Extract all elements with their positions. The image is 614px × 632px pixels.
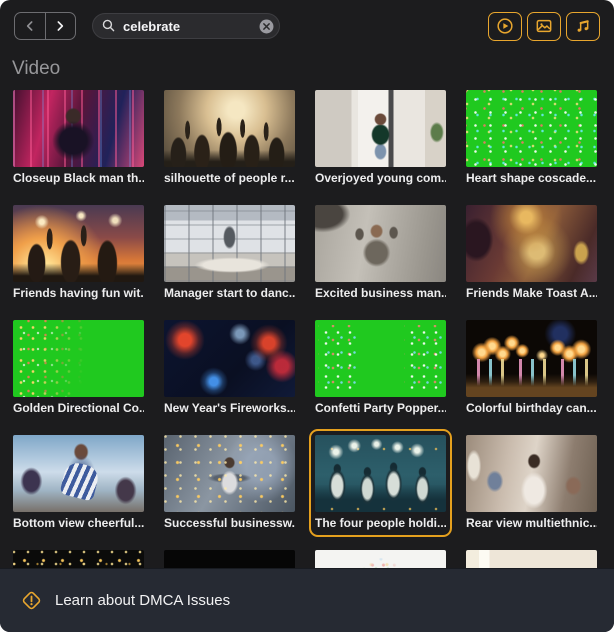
video-thumbnail <box>466 205 597 282</box>
video-caption: Confetti Party Popper... <box>315 401 446 415</box>
play-circle-icon <box>497 18 513 34</box>
video-thumbnail <box>466 90 597 167</box>
video-caption: The four people holdi... <box>315 516 446 530</box>
media-type-buttons <box>488 11 600 41</box>
video-thumbnail <box>315 320 446 397</box>
music-notes-icon <box>577 20 589 32</box>
chevron-right-icon <box>57 21 64 31</box>
video-caption: Successful businessw... <box>164 516 295 530</box>
video-thumbnail <box>164 435 295 512</box>
video-caption: Rear view multiethnic... <box>466 516 597 530</box>
video-item[interactable]: Friends having fun wit... <box>13 205 144 301</box>
video-item[interactable]: 2020 <box>164 550 295 568</box>
section-title: Video <box>12 58 61 79</box>
results-area: Closeup Black man th... silhouette of pe… <box>0 90 614 568</box>
video-item[interactable]: Successful businessw... <box>164 435 295 531</box>
video-item[interactable]: Rear view multiethnic... <box>466 435 597 531</box>
video-item[interactable]: Overjoyed young com... <box>315 90 446 186</box>
search-field <box>92 13 280 39</box>
video-thumbnail <box>315 90 446 167</box>
video-thumbnail <box>13 550 144 568</box>
video-thumbnail <box>466 320 597 397</box>
chevron-left-icon <box>26 21 33 31</box>
video-caption: Bottom view cheerful... <box>13 516 144 530</box>
image-icon <box>536 19 552 33</box>
video-item[interactable]: Colorful birthday can... <box>466 320 597 416</box>
video-thumbnail <box>315 435 446 512</box>
video-item[interactable]: Manager start to danc... <box>164 205 295 301</box>
music-tab-button[interactable] <box>566 11 600 41</box>
magnifier-icon <box>102 19 115 32</box>
video-item[interactable]: New Year's Fireworks... <box>164 320 295 416</box>
video-caption: Colorful birthday can... <box>466 401 597 415</box>
video-item[interactable] <box>13 550 144 568</box>
video-item[interactable] <box>466 550 597 568</box>
video-thumbnail <box>13 435 144 512</box>
videos-tab-button[interactable] <box>488 11 522 41</box>
clear-circle-icon <box>259 19 274 33</box>
video-item[interactable]: Closeup Black man th... <box>13 90 144 186</box>
video-caption: New Year's Fireworks... <box>164 401 295 415</box>
video-thumbnail <box>466 435 597 512</box>
video-thumbnail <box>466 550 597 568</box>
video-item[interactable]: Excited business man... <box>315 205 446 301</box>
dmca-footer-link[interactable]: Learn about DMCA Issues <box>0 568 614 632</box>
video-item[interactable]: Golden Directional Co... <box>13 320 144 416</box>
clear-search-button[interactable] <box>258 18 275 35</box>
video-thumbnail <box>315 205 446 282</box>
video-thumbnail: 2020 <box>164 550 295 568</box>
search-input[interactable] <box>92 13 280 39</box>
video-item[interactable] <box>315 550 446 568</box>
video-thumbnail <box>164 320 295 397</box>
video-grid: Closeup Black man th... silhouette of pe… <box>0 90 614 568</box>
video-item[interactable]: silhouette of people r... <box>164 90 295 186</box>
video-item[interactable]: Confetti Party Popper... <box>315 320 446 416</box>
video-thumbnail <box>164 205 295 282</box>
video-item[interactable]: The four people holdi... <box>309 429 452 537</box>
video-item[interactable]: Bottom view cheerful... <box>13 435 144 531</box>
video-item[interactable]: Heart shape coscade... <box>466 90 597 186</box>
dmca-footer-text: Learn about DMCA Issues <box>55 592 231 609</box>
video-caption: Friends having fun wit... <box>13 286 144 300</box>
video-caption: Manager start to danc... <box>164 286 295 300</box>
video-caption: Golden Directional Co... <box>13 401 144 415</box>
video-caption: Friends Make Toast A... <box>466 286 597 300</box>
media-browser-window: Video Closeup Black man th... silhouette… <box>0 0 614 632</box>
video-item[interactable]: Friends Make Toast A... <box>466 205 597 301</box>
back-button[interactable] <box>15 13 45 39</box>
nav-segmented-control <box>14 12 76 40</box>
warning-diamond-icon <box>22 591 41 610</box>
video-thumbnail <box>315 550 446 568</box>
photos-tab-button[interactable] <box>527 11 561 41</box>
video-thumbnail <box>13 90 144 167</box>
video-caption: Excited business man... <box>315 286 446 300</box>
video-thumbnail <box>164 90 295 167</box>
video-thumbnail <box>13 320 144 397</box>
video-caption: Heart shape coscade... <box>466 171 597 185</box>
video-caption: silhouette of people r... <box>164 171 295 185</box>
video-caption: Closeup Black man th... <box>13 171 144 185</box>
forward-button[interactable] <box>44 13 76 39</box>
toolbar <box>0 0 614 52</box>
video-caption: Overjoyed young com... <box>315 171 446 185</box>
video-thumbnail <box>13 205 144 282</box>
